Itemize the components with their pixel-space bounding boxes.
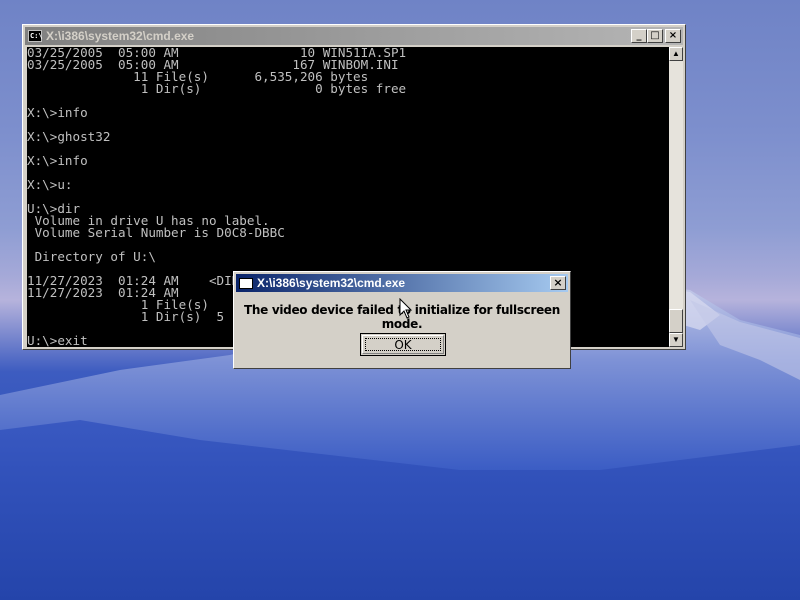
console-titlebar[interactable]: C:\ X:\i386\system32\cmd.exe _ □ × [25, 27, 683, 45]
ok-button-label: OK [394, 337, 412, 352]
console-title: X:\i386\system32\cmd.exe [46, 29, 195, 43]
dialog-titlebar[interactable]: X:\i386\system32\cmd.exe × [236, 274, 568, 292]
close-button[interactable]: × [665, 29, 681, 43]
dialog-title: X:\i386\system32\cmd.exe [257, 276, 406, 290]
console-line: X:\>u: [27, 177, 73, 192]
mouse-pointer-icon [399, 298, 413, 319]
dialog-close-button[interactable]: × [550, 276, 566, 290]
console-line: Directory of U:\ [27, 249, 156, 264]
scroll-down-button[interactable]: ▼ [669, 333, 683, 347]
scroll-up-button[interactable]: ▲ [669, 47, 683, 61]
vertical-scrollbar[interactable]: ▲ ▼ [669, 47, 683, 347]
error-dialog[interactable]: X:\i386\system32\cmd.exe × The video dev… [233, 271, 571, 369]
console-line: 1 Dir(s) 0 bytes free [27, 81, 407, 96]
window-icon [239, 277, 253, 289]
console-line: X:\>info [27, 105, 88, 120]
console-line: X:\>ghost32 [27, 129, 111, 144]
console-line: Volume Serial Number is D0C8-DBBC [27, 225, 285, 240]
console-line: X:\>info [27, 153, 88, 168]
minimize-button[interactable]: _ [631, 29, 647, 43]
maximize-button[interactable]: □ [647, 29, 663, 43]
scroll-thumb[interactable] [669, 309, 683, 333]
console-app-icon: C:\ [28, 30, 43, 42]
ok-button[interactable]: OK [360, 333, 446, 356]
